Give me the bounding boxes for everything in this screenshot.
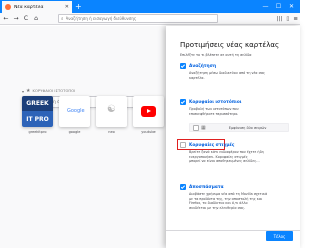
done-button[interactable]: Τέλος	[266, 231, 293, 241]
top-sites-pref-label[interactable]: Κορυφαίοι ιστοτόπιοι	[189, 100, 241, 105]
highlights-pref-description: Βρείτε ξανά κάτι ενδιαφέρον που έχετε ήδ…	[189, 150, 264, 163]
star-icon: ★	[26, 88, 31, 94]
panel-subtitle: Επιλέξτε το τι βλέπετε σε αυτή τη σελίδα	[180, 53, 252, 57]
top-site-tile[interactable]: youtube	[133, 96, 164, 134]
pref-section-highlights: Κορυφαίες στιγμές Βρείτε ξανά κάτι ενδια…	[180, 142, 292, 164]
neo-logo-icon: ☯	[107, 104, 116, 115]
tab-close-icon[interactable]: ✕	[65, 4, 69, 10]
pref-section-search: Αναζήτηση Αναζήτηση μέσω διαδικτύου από …	[180, 63, 292, 80]
two-rows-option: ▦ Εμφάνιση δύο σειρών	[189, 123, 289, 132]
highlights-checkbox[interactable]	[180, 142, 186, 148]
top-sites-label: ΚΟΡΥΦΑΙΟΙ ΙΣΤΟΤΟΠΟΙ	[32, 89, 76, 93]
url-placeholder: Αναζήτηση ή εισαγωγή διεύθυνσης	[65, 16, 137, 21]
greekitpro-logo-line2: IT PRO	[22, 111, 53, 127]
maximize-icon[interactable]: ☐	[272, 3, 285, 10]
greekitpro-logo-line1: GREEK	[22, 96, 53, 111]
new-tab-button[interactable]: +	[75, 2, 82, 11]
tile-caption: youtube	[141, 130, 156, 134]
search-icon: ⌕	[61, 16, 64, 22]
top-sites-pref-description: Προβολή των ιστοτόπων που επισκεφθήκατε …	[189, 107, 239, 116]
preferences-panel: Προτιμήσεις νέας καρτέλας Επιλέξτε το τι…	[166, 26, 300, 248]
forward-icon[interactable]: →	[12, 15, 20, 22]
grid-icon: ▦	[201, 124, 206, 131]
two-rows-checkbox[interactable]	[193, 124, 199, 131]
search-pref-label[interactable]: Αναζήτηση	[189, 64, 216, 69]
chevron-down-icon: ▾	[22, 88, 25, 94]
youtube-thumbnail	[133, 96, 164, 127]
top-site-tile[interactable]: GREEK IT PRO greekitpro	[22, 96, 53, 134]
reload-icon[interactable]: C	[22, 15, 30, 22]
tile-caption: greekitpro	[28, 130, 47, 134]
firefox-icon	[5, 4, 11, 10]
top-site-tile[interactable]: Google google	[59, 96, 90, 134]
panel-title: Προτιμήσεις νέας καρτέλας	[180, 41, 280, 49]
close-window-icon[interactable]: ✕	[285, 3, 298, 10]
top-sites-header[interactable]: ▾ ★ ΚΟΡΥΦΑΙΟΙ ΙΣΤΟΤΟΠΟΙ	[22, 88, 75, 94]
greekitpro-thumbnail: GREEK IT PRO	[22, 96, 53, 127]
toolbar-right: ||| ▯ ≡	[273, 16, 298, 22]
top-site-tile[interactable]: ☯ neo	[96, 96, 127, 134]
search-checkbox[interactable]	[180, 63, 186, 69]
tab-title: Νέα καρτέλα	[14, 4, 44, 10]
search-pref-description: Αναζήτηση μέσω διαδικτύου από τη νέα σας…	[189, 71, 265, 80]
menu-icon[interactable]: ≡	[293, 16, 298, 22]
home-icon[interactable]: ⌂	[32, 15, 40, 22]
snippets-checkbox[interactable]	[180, 184, 186, 190]
top-sites-grid: GREEK IT PRO greekitpro Google google ☯ …	[22, 96, 164, 134]
neo-thumbnail: ☯	[96, 96, 127, 127]
google-logo: Google	[67, 108, 85, 114]
tile-caption: neo	[108, 130, 115, 134]
url-bar[interactable]: ⌕ Αναζήτηση ή εισαγωγή διεύθυνσης	[58, 14, 218, 23]
pref-section-snippets: Αποσπάσματα Διαβάστε χρήσιμα νέα από τη …	[180, 184, 292, 210]
snippets-pref-description: Διαβάστε χρήσιμα νέα από τη Mozilla σχετ…	[189, 192, 268, 210]
navigation-bar: ← → C ⌂ ⌕ Αναζήτηση ή εισαγωγή διεύθυνση…	[0, 13, 300, 25]
highlights-pref-label[interactable]: Κορυφαίες στιγμές	[189, 143, 234, 148]
tab-strip: Νέα καρτέλα ✕ + — ☐ ✕	[0, 0, 300, 13]
back-icon[interactable]: ←	[2, 15, 10, 22]
snippets-pref-label[interactable]: Αποσπάσματα	[189, 185, 224, 190]
two-rows-label[interactable]: Εμφάνιση δύο σειρών	[229, 126, 267, 130]
tab-new-tab[interactable]: Νέα καρτέλα ✕	[2, 1, 72, 13]
pref-section-top-sites: Κορυφαίοι ιστοτόπιοι Προβολή των ιστοτόπ…	[180, 99, 292, 116]
window-controls: — ☐ ✕	[259, 0, 298, 13]
top-sites-checkbox[interactable]	[180, 99, 186, 105]
sidebar-icon[interactable]: ▯	[286, 16, 289, 22]
minimize-icon[interactable]: —	[259, 3, 272, 10]
youtube-play-icon	[141, 106, 156, 117]
google-thumbnail: Google	[59, 96, 90, 127]
library-icon[interactable]: |||	[277, 16, 283, 22]
tile-caption: google	[68, 130, 81, 134]
